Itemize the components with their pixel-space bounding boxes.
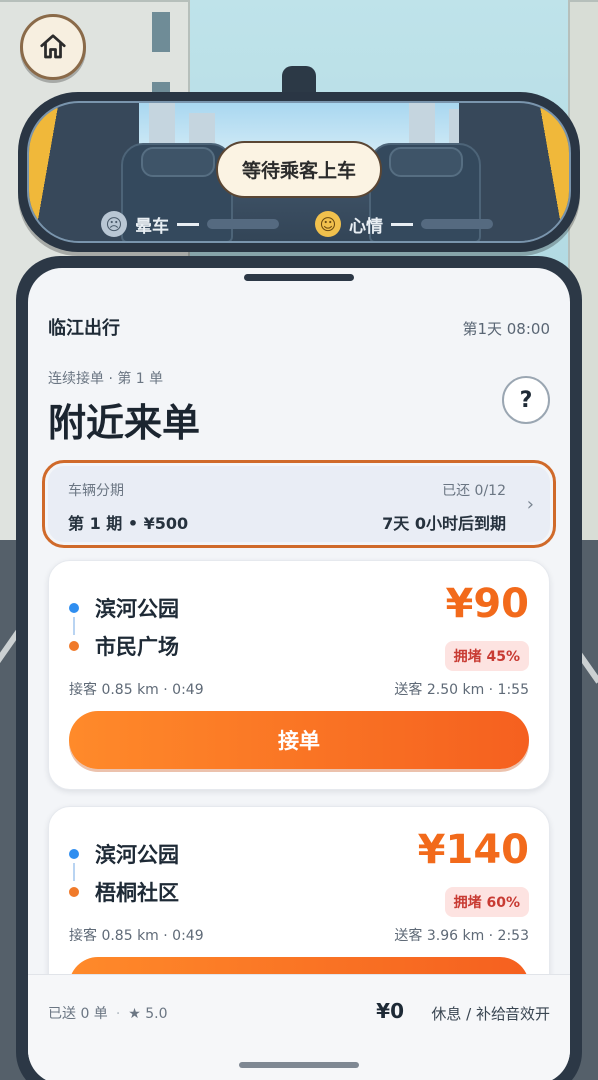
origin-dot-icon — [69, 603, 79, 613]
sick-face-icon: ☹ — [101, 211, 127, 237]
destination-dot-icon — [69, 641, 79, 651]
order-meta: 接客 0.85 km · 0:49 送客 3.96 km · 2:53 — [69, 925, 529, 945]
home-icon — [40, 34, 66, 59]
bottom-bar: 已送 0 单 · ★ 5.0 ¥0 休息 / 补给 音效开 — [28, 974, 570, 1080]
cash-balance: ¥0 — [376, 999, 404, 1023]
rear-view-mirror: 等待乘客上车 ☹ 晕车 ☺ 心情 — [18, 92, 580, 252]
chevron-right-icon: › — [526, 494, 534, 515]
driver-rating: ★ 5.0 — [128, 1006, 168, 1022]
loan-due: 7天 0小时后到期 — [382, 514, 506, 533]
motion-sickness-label: 晕车 — [135, 216, 169, 237]
destination-name: 梧桐社区 — [95, 881, 179, 905]
destination-name: 市民广场 — [95, 635, 179, 659]
happy-face-icon: ☺ — [315, 211, 341, 237]
origin-name: 滨河公园 — [95, 843, 179, 867]
loan-card[interactable]: 车辆分期 已还 0/12 第 1 期 • ¥500 7天 0小时后到期 › — [42, 460, 556, 548]
mood-bar — [421, 219, 493, 229]
motion-sickness-bar — [207, 219, 279, 229]
traffic-badge: 拥堵 60% — [444, 887, 529, 917]
home-indicator — [239, 1062, 359, 1068]
streak-subtitle: 连续接单 · 第 1 单 — [48, 371, 164, 387]
mood-dash — [391, 222, 413, 226]
phone-screen: 临江出行 第1天 08:00 连续接单 · 第 1 单 附近来单 ? 车辆分期 … — [28, 268, 570, 1080]
delivered-count: 已送 0 单 — [48, 1006, 108, 1022]
passenger-meters: ☹ 晕车 ☺ 心情 — [101, 211, 493, 237]
sound-toggle[interactable]: 音效开 — [505, 1003, 550, 1024]
origin-name: 滨河公园 — [95, 597, 179, 621]
order-card: 滨河公园 市民广场 ¥90 拥堵 45% 接客 0.85 km · 0:49 送… — [48, 560, 550, 790]
phone-notch — [244, 274, 354, 281]
app-brand: 临江出行 — [48, 318, 120, 339]
origin-dot-icon — [69, 849, 79, 859]
destination-dot-icon — [69, 887, 79, 897]
order-route: 滨河公园 梧桐社区 — [69, 835, 179, 911]
phone: 临江出行 第1天 08:00 连续接单 · 第 1 单 附近来单 ? 车辆分期 … — [16, 256, 582, 1080]
mood-label: 心情 — [349, 216, 383, 237]
traffic-badge: 拥堵 45% — [444, 641, 529, 671]
help-button[interactable]: ? — [502, 376, 550, 424]
dropoff-info: 送客 3.96 km · 2:53 — [394, 928, 529, 944]
motion-sickness-dash — [177, 222, 199, 226]
order-price: ¥90 — [445, 581, 530, 627]
order-price: ¥140 — [417, 827, 529, 873]
dropoff-info: 送客 2.50 km · 1:55 — [394, 682, 529, 698]
order-route: 滨河公园 市民广场 — [69, 589, 179, 665]
page-title: 附近来单 — [48, 401, 201, 445]
loan-period: 第 1 期 • ¥500 — [68, 514, 189, 533]
accept-order-button[interactable]: 接单 — [69, 711, 529, 769]
game-clock: 第1天 08:00 — [462, 320, 550, 338]
loan-repaid: 已还 0/12 — [442, 483, 506, 499]
app-header: 临江出行 第1天 08:00 — [48, 314, 550, 340]
pickup-info: 接客 0.85 km · 0:49 — [69, 682, 204, 698]
ride-status-pill: 等待乘客上车 — [215, 141, 383, 198]
order-meta: 接客 0.85 km · 0:49 送客 2.50 km · 1:55 — [69, 679, 529, 699]
driver-stats: 已送 0 单 · ★ 5.0 — [48, 1006, 168, 1022]
pickup-info: 接客 0.85 km · 0:49 — [69, 928, 204, 944]
rest-supply-button[interactable]: 休息 / 补给 — [431, 1003, 506, 1024]
home-button[interactable] — [20, 14, 86, 80]
